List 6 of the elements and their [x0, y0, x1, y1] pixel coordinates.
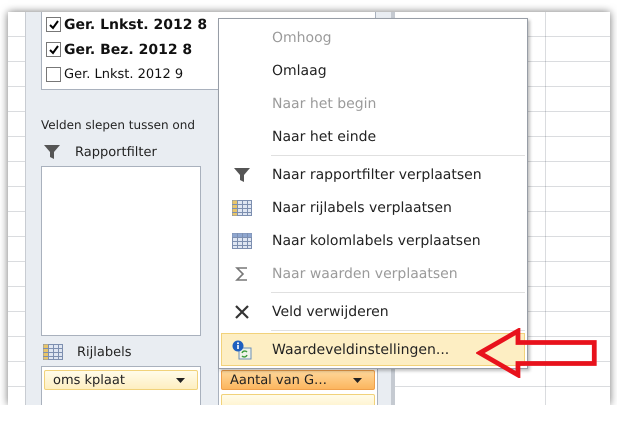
area-title: Rapportfilter — [75, 144, 157, 160]
area-title: Rijlabels — [77, 344, 132, 360]
field-name: Ger. Lnkst. 2012 8 — [64, 16, 208, 32]
field-name: Ger. Bez. 2012 8 — [64, 42, 192, 58]
field-name: Ger. Lnkst. 2012 9 — [64, 67, 184, 82]
instruction-text: Velden slepen tussen ond — [41, 118, 195, 132]
